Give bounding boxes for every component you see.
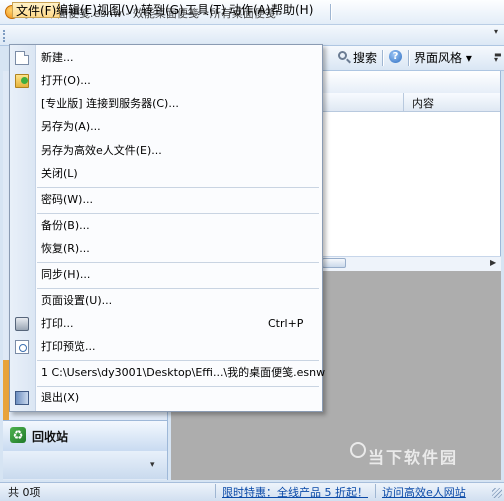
toolbar	[322, 46, 504, 71]
website-link[interactable]: 访问高效e人网站	[382, 484, 466, 500]
scroll-right-icon[interactable]: ▶	[490, 258, 496, 267]
menu-view[interactable]: 视图(V)	[94, 2, 142, 18]
watermark-logo-icon	[350, 442, 366, 458]
chevron-down-icon[interactable]: ▾	[150, 460, 155, 470]
menu-item-new[interactable]: 新建...	[41, 50, 74, 66]
toolbar-divider	[382, 50, 384, 66]
status-divider	[375, 484, 376, 498]
menu-bar	[0, 25, 504, 46]
search-icon[interactable]	[338, 51, 347, 60]
menu-item-recent-file[interactable]: 1 C:\Users\dy3001\Desktop\Effi...\我的桌面便笺…	[41, 365, 325, 381]
menu-item-restore[interactable]: 恢复(R)...	[41, 241, 90, 257]
menubar-chevron-down-icon[interactable]: ▾	[492, 28, 500, 41]
column-header-row	[322, 93, 500, 112]
menu-action[interactable]: 动作(A)	[226, 2, 274, 18]
grid-group-header	[322, 71, 500, 94]
menu-item-exit[interactable]: 退出(X)	[41, 390, 79, 406]
menu-separator	[37, 262, 319, 263]
recycle-bin-label: 回收站	[32, 430, 69, 444]
menu-item-save-as[interactable]: 另存为(A)...	[41, 119, 101, 135]
printer-icon	[15, 317, 29, 331]
menu-item-backup[interactable]: 备份(B)...	[41, 218, 90, 234]
menu-tools[interactable]: 工具(T)	[182, 2, 229, 18]
menu-edit[interactable]: 编辑(E)	[53, 2, 100, 18]
toolbar-divider	[408, 50, 410, 66]
menu-item-connect-server[interactable]: [专业版] 连接到服务器(C)...	[41, 96, 179, 112]
exit-icon	[15, 391, 29, 405]
menu-goto[interactable]: 转到(G)	[138, 2, 187, 18]
menu-separator	[37, 386, 319, 387]
column-divider[interactable]	[403, 93, 404, 111]
open-folder-icon	[15, 74, 29, 88]
column-header-content[interactable]: 内容	[412, 95, 434, 111]
toolbar-divider	[330, 4, 332, 20]
menu-item-page-setup[interactable]: 页面设置(U)...	[41, 293, 112, 309]
menu-item-open[interactable]: 打开(O)...	[41, 73, 91, 89]
resize-grip-icon[interactable]	[492, 488, 502, 498]
new-file-icon	[15, 51, 29, 65]
menubar-grip-icon[interactable]	[3, 30, 8, 42]
menu-separator	[37, 360, 319, 361]
menu-separator	[37, 288, 319, 289]
menu-icon-gutter	[10, 45, 36, 411]
skin-button[interactable]: 界面风格 ▾	[414, 50, 472, 66]
toolbar-overflow-icon[interactable]: ▬ ▾	[494, 51, 502, 64]
menu-separator	[37, 187, 319, 188]
menu-item-save-as-effie[interactable]: 另存为高效e人文件(E)...	[41, 143, 162, 159]
status-divider	[215, 484, 216, 498]
menu-item-close[interactable]: 关闭(L)	[41, 166, 78, 182]
left-pane-footer	[3, 451, 167, 479]
menu-item-print-preview[interactable]: 打印预览...	[41, 339, 96, 355]
recycle-icon: ♻	[10, 427, 26, 443]
help-icon[interactable]: ?	[389, 50, 402, 63]
recycle-bin-button[interactable]	[3, 420, 167, 452]
menu-item-print[interactable]: 打印...	[41, 316, 74, 332]
promo-link[interactable]: 限时特惠：全线产品 5 折起！	[222, 484, 368, 500]
menu-item-password[interactable]: 密码(W)...	[41, 192, 93, 208]
print-preview-icon	[15, 340, 29, 354]
search-button[interactable]: 搜索	[353, 50, 377, 66]
menu-help[interactable]: 帮助(H)	[268, 2, 316, 18]
item-count: 共 0项	[8, 486, 41, 499]
menu-separator	[37, 213, 319, 214]
print-shortcut: Ctrl+P	[268, 317, 304, 330]
scrollbar-thumb[interactable]	[322, 258, 346, 268]
menu-item-sync[interactable]: 同步(H)...	[41, 267, 90, 283]
watermark-text: 当下软件园	[368, 448, 459, 467]
